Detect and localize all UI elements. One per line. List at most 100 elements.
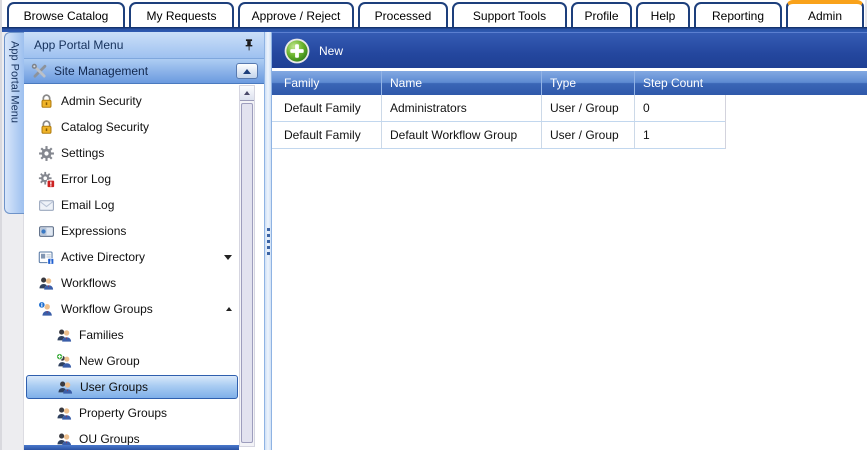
tab-profile[interactable]: Profile <box>571 2 632 27</box>
user-info-icon <box>38 301 55 318</box>
sidebar-item-label: Catalog Security <box>61 120 149 134</box>
sidebar-item-error-log[interactable]: Error Log <box>26 166 238 192</box>
scroll-up-button[interactable] <box>240 86 254 101</box>
sidebar-item-workflow-groups[interactable]: Workflow Groups <box>26 296 238 322</box>
tab-label: Help <box>651 9 676 23</box>
tab-approve-reject[interactable]: Approve / Reject <box>238 2 354 27</box>
tab-browse-catalog[interactable]: Browse Catalog <box>7 2 125 27</box>
column-label: Type <box>550 76 576 90</box>
sidebar-item-label: Property Groups <box>79 406 167 420</box>
gear-icon <box>38 145 55 162</box>
tab-support-tools[interactable]: Support Tools <box>452 2 567 27</box>
column-header-name[interactable]: Name <box>382 71 542 95</box>
sidebar-item-ou-groups[interactable]: OU Groups <box>26 426 238 445</box>
tab-label: Profile <box>584 9 618 23</box>
sidebar-bottom-section-edge <box>24 445 239 450</box>
top-tab-bar: Browse Catalog My Requests Approve / Rej… <box>2 0 867 27</box>
cell-type: User / Group <box>542 122 635 148</box>
sidebar: App Portal Menu Site Management Admin Se… <box>24 32 264 450</box>
chevron-down-icon[interactable] <box>224 255 232 260</box>
plus-circle-icon <box>284 38 310 64</box>
users-plus-icon <box>56 353 73 370</box>
column-header-family[interactable]: Family <box>272 71 382 95</box>
main-toolbar: New <box>272 32 867 68</box>
new-button[interactable]: New <box>284 38 343 64</box>
users-icon <box>56 431 73 446</box>
tab-help[interactable]: Help <box>636 2 690 27</box>
sidebar-item-property-groups[interactable]: Property Groups <box>26 400 238 426</box>
sidebar-item-active-directory[interactable]: Active Directory <box>26 244 238 270</box>
cell-name: Administrators <box>382 95 542 121</box>
cell-step-count: 1 <box>635 122 725 148</box>
tab-reporting[interactable]: Reporting <box>694 2 782 27</box>
tab-label: Approve / Reject <box>252 9 341 23</box>
sidebar-item-families[interactable]: Families <box>26 322 238 348</box>
sidebar-title: App Portal Menu <box>34 38 242 52</box>
sidebar-item-label: Admin Security <box>61 94 142 108</box>
tab-label: Processed <box>375 9 432 23</box>
tab-admin[interactable]: Admin <box>786 0 864 27</box>
sidebar-item-label: Active Directory <box>61 250 145 264</box>
table-body: Default Family Administrators User / Gro… <box>272 95 726 149</box>
users-icon <box>56 327 73 344</box>
tools-icon <box>30 62 49 81</box>
column-label: Name <box>390 76 422 90</box>
sidebar-item-email-log[interactable]: Email Log <box>26 192 238 218</box>
sidebar-item-label: Workflow Groups <box>61 302 153 316</box>
app-window: Browse Catalog My Requests Approve / Rej… <box>0 0 867 450</box>
cell-name: Default Workflow Group <box>382 122 542 148</box>
chevron-up-button[interactable] <box>236 63 258 79</box>
sidebar-item-user-groups[interactable]: User Groups <box>26 375 238 399</box>
left-dock-strip: App Portal Menu <box>2 32 24 450</box>
lock-icon <box>38 93 55 110</box>
scroll-up-icon <box>244 91 250 95</box>
sidebar-item-settings[interactable]: Settings <box>26 140 238 166</box>
sidebar-section-label: Site Management <box>54 64 236 78</box>
expression-icon <box>38 223 55 240</box>
splitter-grip-icon <box>267 228 270 255</box>
tab-label: Admin <box>808 9 842 23</box>
cell-family: Default Family <box>272 122 382 148</box>
tab-bar-underline <box>2 27 867 32</box>
column-header-type[interactable]: Type <box>542 71 635 95</box>
sidebar-item-admin-security[interactable]: Admin Security <box>26 88 238 114</box>
sidebar-item-label: Expressions <box>61 224 126 238</box>
tab-my-requests[interactable]: My Requests <box>129 2 234 27</box>
tab-label: Support Tools <box>473 9 546 23</box>
users-icon <box>57 379 74 396</box>
pin-icon[interactable] <box>242 38 256 52</box>
column-label: Family <box>284 76 319 90</box>
cell-family: Default Family <box>272 95 382 121</box>
cell-step-count: 0 <box>635 95 725 121</box>
scrollbar-thumb[interactable] <box>241 103 253 443</box>
users-icon <box>38 275 55 292</box>
sidebar-menu-list: Admin Security Catalog Security Settings… <box>24 85 264 445</box>
tab-processed[interactable]: Processed <box>358 2 448 27</box>
envelope-icon <box>38 197 55 214</box>
sidebar-section-site-management[interactable]: Site Management <box>24 59 264 84</box>
sidebar-scrollbar[interactable] <box>239 85 255 447</box>
tab-label: Reporting <box>712 9 764 23</box>
column-header-step-count[interactable]: Step Count <box>635 71 735 95</box>
table-row[interactable]: Default Family Administrators User / Gro… <box>272 95 725 122</box>
chevron-up-icon[interactable] <box>226 307 232 311</box>
sidebar-item-expressions[interactable]: Expressions <box>26 218 238 244</box>
sidebar-item-workflows[interactable]: Workflows <box>26 270 238 296</box>
new-button-label: New <box>319 44 343 58</box>
users-icon <box>56 405 73 422</box>
table-row[interactable]: Default Family Default Workflow Group Us… <box>272 122 725 149</box>
sidebar-item-label: OU Groups <box>79 432 140 445</box>
vertical-tab-label: App Portal Menu <box>9 41 21 123</box>
lock-icon <box>38 119 55 136</box>
sidebar-item-new-group[interactable]: New Group <box>26 348 238 374</box>
sidebar-item-label: User Groups <box>80 380 148 394</box>
sidebar-item-label: Families <box>79 328 124 342</box>
main-panel: New Family Name Type Step Count Default … <box>272 32 867 450</box>
panel-splitter[interactable] <box>264 32 272 450</box>
table-header: Family Name Type Step Count <box>272 71 867 95</box>
column-header-filler <box>735 71 867 95</box>
sidebar-item-label: Settings <box>61 146 104 160</box>
app-portal-menu-vertical-tab[interactable]: App Portal Menu <box>4 32 24 214</box>
column-label: Step Count <box>643 76 703 90</box>
sidebar-item-catalog-security[interactable]: Catalog Security <box>26 114 238 140</box>
